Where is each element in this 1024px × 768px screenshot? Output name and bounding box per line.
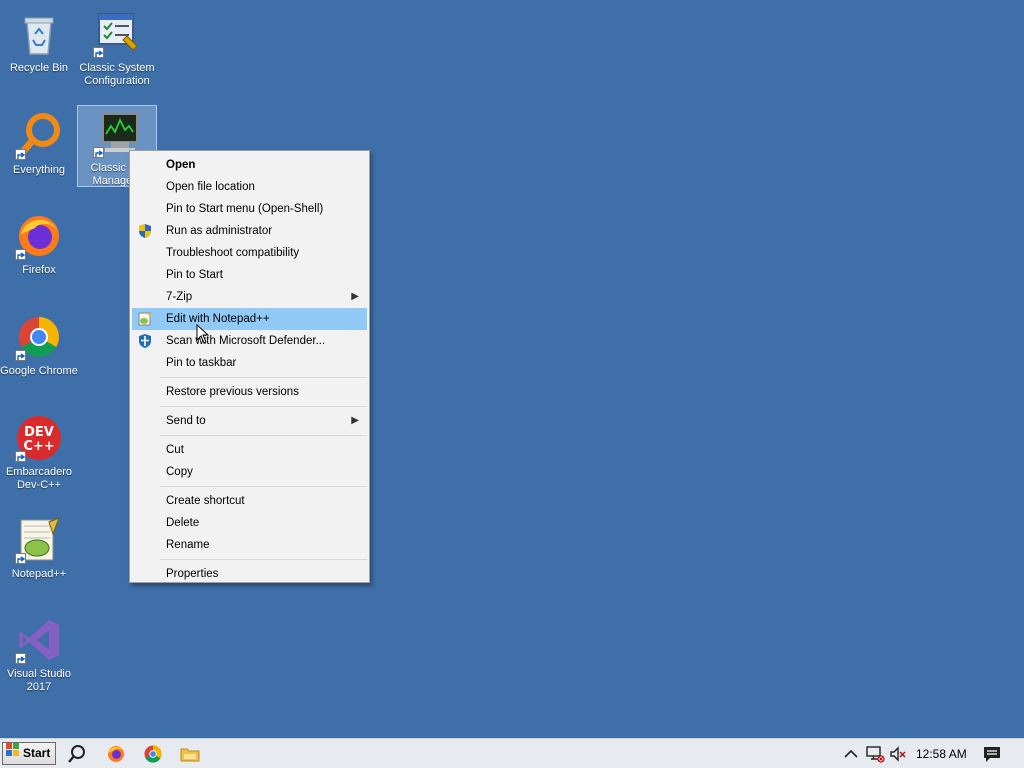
menu-separator [160,377,367,378]
start-label: Start [23,746,51,760]
shortcut-arrow-icon [15,451,26,462]
firefox-icon[interactable] [106,744,126,764]
chrome-icon [15,313,63,361]
desktop-icon-everything[interactable]: Everything [0,108,78,177]
menu-item-open[interactable]: Open [132,154,367,176]
shortcut-arrow-icon [15,249,26,260]
menu-item-label: Rename [166,539,210,551]
svg-text:C++: C++ [23,439,54,454]
menu-item-copy[interactable]: Copy [132,461,367,483]
desktop-icon-notepadpp[interactable]: Notepad++ [0,512,78,581]
menu-item-label: Copy [166,466,193,478]
desktop-icon-label: Classic System Configuration [79,62,155,87]
menu-separator [160,559,367,560]
menu-item-label: Edit with Notepad++ [166,313,270,325]
network-icon[interactable] [865,744,885,764]
menu-item-scan-with-defender[interactable]: Scan with Microsoft Defender... [132,330,367,352]
menu-item-edit-with-notepadpp[interactable]: Edit with Notepad++ [132,308,367,330]
desktop-icon-label: Recycle Bin [9,62,69,74]
menu-item-pin-to-taskbar[interactable]: Pin to taskbar [132,352,367,374]
visual-studio-icon [15,616,63,664]
shortcut-arrow-icon [15,653,26,664]
menu-separator [160,406,367,407]
desktop-icon-visual-studio-2017[interactable]: Visual Studio 2017 [0,612,78,694]
menu-item-cut[interactable]: Cut [132,439,367,461]
mouse-cursor-icon [196,323,210,344]
menu-item-label: 7-Zip [166,291,193,303]
notifications-icon[interactable] [982,744,1002,764]
desktop-icon-classic-system-configuration[interactable]: Classic System Configuration [78,6,156,88]
menu-item-label: Create shortcut [166,495,245,507]
shortcut-arrow-icon [15,149,26,160]
menu-item-label: Pin to Start [166,269,223,281]
devcpp-icon: DEV C++ [15,414,63,462]
menu-item-label: Pin to Start menu (Open-Shell) [166,203,324,215]
submenu-arrow-icon: ▶ [351,291,359,302]
taskbar-clock[interactable]: 12:58 AM [916,739,967,768]
menu-item-send-to[interactable]: Send to ▶ [132,410,367,432]
menu-item-troubleshoot-compatibility[interactable]: Troubleshoot compatibility [132,242,367,264]
menu-separator [160,435,367,436]
volume-muted-icon[interactable] [888,744,908,764]
desktop-icon-google-chrome[interactable]: Google Chrome [0,309,78,378]
menu-item-label: Troubleshoot compatibility [166,247,300,259]
menu-item-label: Run as administrator [166,225,273,237]
menu-item-label: Scan with Microsoft Defender... [166,335,326,347]
windows-logo-icon [6,743,20,764]
shortcut-arrow-icon [15,350,26,361]
svg-text:DEV: DEV [24,425,54,440]
desktop-icon-firefox[interactable]: Firefox [0,208,78,277]
shortcut-arrow-icon [93,47,104,58]
menu-item-create-shortcut[interactable]: Create shortcut [132,490,367,512]
desktop-icon-label: Embarcadero Dev-C++ [5,466,73,491]
menu-item-label: Open file location [166,181,255,193]
menu-item-label: Properties [166,568,219,580]
menu-item-label: Open [166,159,196,171]
recycle-bin-icon [15,10,63,58]
uac-shield-icon [137,223,153,239]
menu-item-label: Restore previous versions [166,386,299,398]
desktop-icon-label: Visual Studio 2017 [6,668,71,693]
menu-item-label: Pin to taskbar [166,357,237,369]
menu-item-rename[interactable]: Rename [132,534,367,556]
submenu-arrow-icon: ▶ [351,415,359,426]
search-icon[interactable] [67,744,87,764]
menu-item-label: Send to [166,415,206,427]
menu-item-label: Delete [166,517,200,529]
desktop-icon-label: Firefox [22,264,56,276]
shortcut-arrow-icon [93,147,104,158]
defender-shield-icon [137,333,153,349]
chevron-up-icon[interactable] [841,744,861,764]
notepadpp-icon [137,311,153,327]
everything-search-icon [15,112,63,160]
chrome-icon[interactable] [143,744,163,764]
desktop: Recycle Bin Classic System Configuration [0,0,1024,738]
system-config-icon [93,10,141,58]
desktop-icon-embarcadero-dev-cpp[interactable]: DEV C++ Embarcadero Dev-C++ [0,410,78,492]
desktop-icon-label: Google Chrome [0,365,78,377]
menu-item-delete[interactable]: Delete [132,512,367,534]
menu-item-pin-to-start[interactable]: Pin to Start [132,264,367,286]
menu-item-pin-start-openshell[interactable]: Pin to Start menu (Open-Shell) [132,198,367,220]
menu-item-restore-previous-versions[interactable]: Restore previous versions [132,381,367,403]
menu-item-open-file-location[interactable]: Open file location [132,176,367,198]
menu-item-label: Cut [166,444,184,456]
notepadpp-icon [15,516,63,564]
menu-item-properties[interactable]: Properties [132,563,367,585]
start-button[interactable]: Start [2,742,56,765]
menu-separator [160,486,367,487]
firefox-icon [15,212,63,260]
menu-item-7zip[interactable]: 7-Zip ▶ [132,286,367,308]
taskbar: Start 12:58 AM [0,738,1024,768]
desktop-icon-label: Notepad++ [11,568,67,580]
menu-item-run-as-administrator[interactable]: Run as administrator [132,220,367,242]
file-explorer-icon[interactable] [180,744,200,764]
desktop-icon-recycle-bin[interactable]: Recycle Bin [0,6,78,75]
desktop-icon-label: Everything [13,164,65,176]
context-menu: Open Open file location Pin to Start men… [129,150,370,583]
shortcut-arrow-icon [15,553,26,564]
